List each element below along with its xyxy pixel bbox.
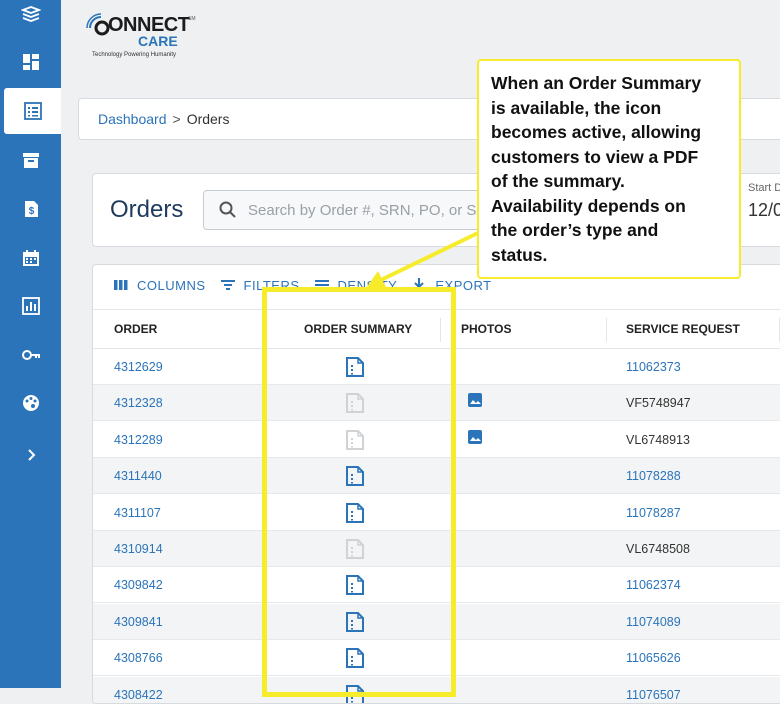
order-summary-callout: When an Order Summary is available, the … [477, 59, 741, 279]
service-request-link[interactable]: 11065626 [626, 651, 681, 665]
service-request-id: VL6748508 [626, 542, 690, 556]
breadcrumb-separator: > [172, 111, 181, 127]
logo-tagline: Technology Powering Humanity [92, 52, 177, 58]
start-date-input[interactable]: 12/0 [748, 200, 780, 221]
logo-word-care: CARE [138, 33, 178, 49]
service-request-link[interactable]: 11078287 [626, 506, 681, 520]
columns-button[interactable]: COLUMNS [113, 277, 206, 293]
list-icon [23, 102, 42, 120]
callout-line: When an Order Summary [491, 73, 702, 93]
order-number-link[interactable]: 4309841 [114, 615, 163, 629]
sidebar-item-layers[interactable] [0, 0, 61, 38]
svg-text:$: $ [28, 206, 34, 217]
column-header-service-request[interactable]: SERVICE REQUEST [626, 322, 740, 336]
callout-line: the order’s type and [491, 220, 659, 240]
service-request-link[interactable]: 11062374 [626, 578, 681, 592]
order-number-link[interactable]: 4312328 [114, 396, 163, 410]
connect-care-logo[interactable]: ONNECT CARE SM Technology Powering Human… [86, 6, 206, 62]
callout-line: becomes active, allowing [491, 122, 702, 142]
order-number-link[interactable]: 4308422 [114, 688, 163, 702]
key-icon [21, 350, 40, 360]
order-number-link[interactable]: 4311440 [114, 469, 162, 483]
breadcrumb-current: Orders [186, 111, 230, 127]
order-number-link[interactable]: 4312629 [114, 360, 163, 374]
sidebar-item-palette[interactable] [0, 380, 61, 426]
search-input[interactable] [248, 201, 498, 219]
photos-icon[interactable] [467, 429, 483, 445]
sidebar-item-calendar[interactable] [0, 235, 61, 281]
sidebar-expand-button[interactable] [0, 432, 61, 478]
order-number-link[interactable]: 4308766 [114, 651, 163, 665]
column-header-order[interactable]: ORDER [114, 322, 157, 336]
sidebar-item-orders[interactable] [4, 88, 61, 134]
start-date-label: Start D [748, 182, 780, 194]
search-box[interactable] [203, 190, 503, 230]
filter-icon [220, 280, 235, 290]
sidebar: $ [0, 0, 61, 688]
order-number-link[interactable]: 4311107 [114, 506, 161, 520]
report-icon [21, 297, 40, 315]
service-request-link[interactable]: 11076507 [626, 688, 681, 702]
logo-service-mark: SM [188, 16, 196, 22]
service-request-link[interactable]: 11074089 [626, 615, 681, 629]
order-number-link[interactable]: 4312289 [114, 433, 163, 447]
callout-line: status. [491, 244, 548, 265]
sidebar-item-invoices[interactable]: $ [0, 186, 61, 232]
breadcrumb-dashboard-link[interactable]: Dashboard [98, 111, 167, 127]
columns-icon [114, 280, 128, 290]
invoice-icon: $ [24, 201, 38, 217]
search-icon [219, 201, 236, 218]
service-request-id: VL6748913 [626, 432, 690, 447]
photos-icon[interactable] [467, 392, 483, 408]
service-request-link[interactable]: 11062373 [626, 360, 681, 374]
callout-line: is available, the icon [491, 97, 662, 118]
dashboard-icon [22, 54, 39, 70]
calendar-icon [22, 250, 39, 266]
order-summary-highlight-box [262, 287, 456, 697]
sidebar-item-archive[interactable] [0, 137, 61, 183]
order-number-link[interactable]: 4310914 [114, 542, 163, 556]
sidebar-item-dashboard[interactable] [0, 39, 61, 85]
callout-line: Availability depends on [491, 195, 686, 216]
callout-line: customers to view a PDF [491, 146, 699, 167]
column-separator[interactable] [606, 318, 607, 342]
sidebar-item-keys[interactable] [0, 332, 61, 378]
service-request-link[interactable]: 11078288 [626, 469, 681, 483]
layers-icon [20, 6, 41, 22]
column-header-photos[interactable]: PHOTOS [461, 322, 511, 336]
chevron-right-icon [27, 449, 35, 461]
callout-line: of the summary. [491, 171, 625, 191]
sidebar-item-reports[interactable] [0, 283, 61, 329]
palette-icon [22, 395, 39, 411]
archive-icon [22, 153, 39, 168]
page-title: Orders [110, 196, 184, 223]
order-number-link[interactable]: 4309842 [114, 578, 163, 592]
service-request-id: VF5748947 [626, 396, 691, 411]
columns-button-label: COLUMNS [137, 277, 206, 293]
